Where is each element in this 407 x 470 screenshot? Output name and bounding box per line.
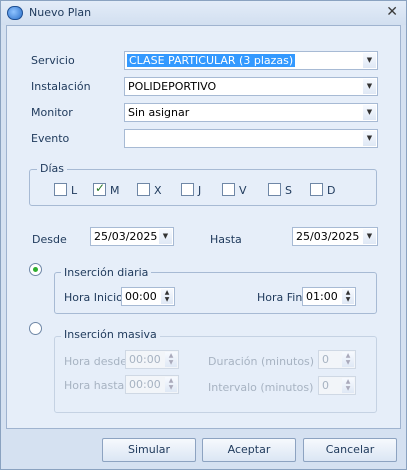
- day-checkbox-x[interactable]: [137, 183, 150, 196]
- spinner-arrows-icon[interactable]: ▲ ▼: [342, 378, 354, 393]
- dias-group: [29, 169, 377, 206]
- intervalo-value: 0: [322, 379, 329, 392]
- day-label-d: D: [327, 184, 336, 197]
- hasta-value: 25/03/2025: [296, 230, 360, 243]
- instalacion-value: POLIDEPORTIVO: [128, 80, 217, 93]
- insercion-diaria-title: Inserción diaria: [61, 266, 152, 279]
- duracion-value: 0: [322, 353, 329, 366]
- chevron-down-icon[interactable]: ▼: [363, 229, 376, 244]
- day-label-v: V: [239, 184, 247, 197]
- spinner-arrows-icon[interactable]: ▲ ▼: [161, 289, 173, 304]
- chevron-down-icon[interactable]: ▼: [363, 79, 376, 94]
- instalacion-combo[interactable]: POLIDEPORTIVO ▼: [124, 77, 378, 96]
- title-bar: Nuevo Plan ✕: [1, 1, 406, 25]
- chevron-down-icon[interactable]: ▼: [363, 105, 376, 120]
- servicio-label: Servicio: [31, 54, 75, 67]
- simular-button[interactable]: Simular: [102, 438, 196, 462]
- aceptar-button[interactable]: Aceptar: [202, 438, 296, 462]
- day-label-j: J: [198, 184, 202, 197]
- monitor-combo[interactable]: Sin asignar ▼: [124, 103, 378, 122]
- hora-desde-value: 00:00: [129, 353, 161, 366]
- hora-hasta-spinner[interactable]: 00:00 ▲ ▼: [125, 375, 179, 394]
- hora-desde-spinner[interactable]: 00:00 ▲ ▼: [125, 350, 179, 369]
- hora-fin-value: 01:00: [306, 290, 338, 303]
- spinner-arrows-icon[interactable]: ▲ ▼: [342, 352, 354, 367]
- hasta-label: Hasta: [210, 233, 242, 246]
- hora-hasta-label: Hora hasta: [64, 379, 125, 392]
- nuevo-plan-dialog: Nuevo Plan ✕ Servicio CLASE PARTICULAR (…: [0, 0, 407, 470]
- spinner-arrows-icon[interactable]: ▲ ▼: [165, 352, 177, 367]
- cancelar-button[interactable]: Cancelar: [303, 438, 397, 462]
- day-label-s: S: [285, 184, 292, 197]
- day-label-m: M: [110, 184, 120, 197]
- servicio-combo[interactable]: CLASE PARTICULAR (3 plazas) ▼: [124, 51, 378, 70]
- intervalo-label: Intervalo (minutos): [208, 381, 314, 394]
- hasta-date-picker[interactable]: 25/03/2025 ▼: [292, 227, 378, 246]
- hora-desde-label: Hora desde: [64, 355, 127, 368]
- hora-hasta-value: 00:00: [129, 378, 161, 391]
- day-label-l: L: [71, 184, 78, 197]
- form-panel: Servicio CLASE PARTICULAR (3 plazas) ▼ I…: [6, 25, 401, 429]
- evento-combo[interactable]: ▼: [124, 129, 378, 148]
- day-checkbox-v[interactable]: [222, 183, 235, 196]
- chevron-down-icon[interactable]: ▼: [159, 229, 172, 244]
- insercion-masiva-radio[interactable]: [29, 322, 42, 335]
- hora-fin-spinner[interactable]: 01:00 ▲ ▼: [302, 287, 356, 306]
- duracion-spinner[interactable]: 0 ▲ ▼: [318, 350, 356, 369]
- close-icon[interactable]: ✕: [386, 4, 398, 20]
- day-checkbox-d[interactable]: [310, 183, 323, 196]
- servicio-value: CLASE PARTICULAR (3 plazas): [127, 54, 296, 67]
- hora-inicio-label: Hora Inicio: [64, 291, 123, 304]
- insercion-diaria-radio[interactable]: [29, 263, 42, 276]
- dias-title: Días: [37, 162, 67, 175]
- chevron-down-icon[interactable]: ▼: [363, 53, 376, 68]
- chevron-down-icon[interactable]: ▼: [363, 131, 376, 146]
- monitor-value: Sin asignar: [128, 106, 190, 119]
- day-checkbox-l[interactable]: [54, 183, 67, 196]
- day-checkbox-m[interactable]: [93, 181, 106, 196]
- desde-date-picker[interactable]: 25/03/2025 ▼: [90, 227, 174, 246]
- duracion-label: Duración (minutos): [208, 355, 315, 368]
- insercion-masiva-title: Inserción masiva: [61, 328, 160, 341]
- window-title: Nuevo Plan: [29, 6, 92, 19]
- desde-value: 25/03/2025: [94, 230, 158, 243]
- instalacion-label: Instalación: [31, 80, 91, 93]
- spinner-arrows-icon[interactable]: ▲ ▼: [165, 377, 177, 392]
- insercion-masiva-group: [54, 336, 377, 413]
- app-icon: [7, 6, 23, 20]
- desde-label: Desde: [32, 233, 67, 246]
- hora-inicio-value: 00:00: [125, 290, 157, 303]
- day-label-x: X: [154, 184, 162, 197]
- day-checkbox-s[interactable]: [268, 183, 281, 196]
- day-checkbox-j[interactable]: [181, 183, 194, 196]
- intervalo-spinner[interactable]: 0 ▲ ▼: [318, 376, 356, 395]
- evento-label: Evento: [31, 132, 70, 145]
- monitor-label: Monitor: [31, 106, 73, 119]
- hora-fin-label: Hora Fin: [257, 291, 303, 304]
- spinner-arrows-icon[interactable]: ▲ ▼: [342, 289, 354, 304]
- hora-inicio-spinner[interactable]: 00:00 ▲ ▼: [121, 287, 175, 306]
